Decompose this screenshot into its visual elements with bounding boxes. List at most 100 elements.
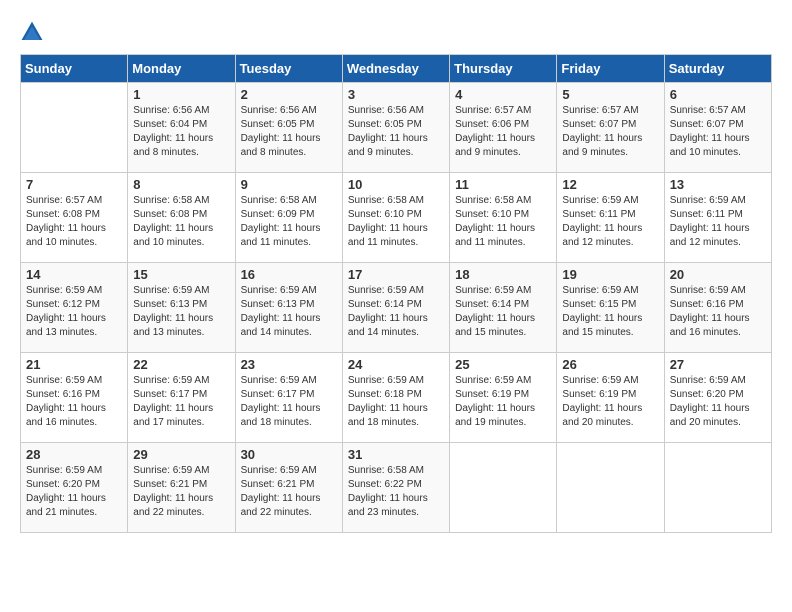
calendar-cell: 6 Sunrise: 6:57 AMSunset: 6:07 PMDaylight… <box>664 83 771 173</box>
day-number: 11 <box>455 177 551 192</box>
cell-info: Sunrise: 6:59 AMSunset: 6:12 PMDaylight:… <box>26 284 122 340</box>
cell-info: Sunrise: 6:59 AMSunset: 6:13 PMDaylight:… <box>133 284 229 340</box>
calendar-cell: 3Sunrise: 6:56 AMSunset: 6:05 PMDaylight… <box>342 83 449 173</box>
calendar-week-row: 1 Sunrise: 6:56 AMSunset: 6:04 PMDaylight… <box>21 83 772 173</box>
day-number: 10 <box>348 177 444 192</box>
calendar-cell <box>450 443 557 533</box>
calendar-cell: 28 Sunrise: 6:59 AMSunset: 6:20 PMDayligh… <box>21 443 128 533</box>
calendar-cell <box>21 83 128 173</box>
cell-info: Sunrise: 6:59 AMSunset: 6:18 PMDaylight:… <box>348 374 444 430</box>
cell-info: Sunrise: 6:56 AMSunset: 6:04 PMDaylight:… <box>133 104 229 160</box>
day-number: 14 <box>26 267 122 282</box>
calendar-table: SundayMondayTuesdayWednesdayThursdayFrid… <box>20 54 772 533</box>
cell-info: Sunrise: 6:59 AMSunset: 6:19 PMDaylight:… <box>455 374 551 430</box>
logo-icon <box>20 20 44 44</box>
cell-info: Sunrise: 6:59 AMSunset: 6:20 PMDaylight:… <box>670 374 766 430</box>
cell-info: Sunrise: 6:59 AMSunset: 6:14 PMDaylight:… <box>455 284 551 340</box>
day-number: 26 <box>562 357 658 372</box>
day-of-week-header: Friday <box>557 55 664 83</box>
calendar-cell: 29 Sunrise: 6:59 AMSunset: 6:21 PMDayligh… <box>128 443 235 533</box>
calendar-week-row: 21Sunrise: 6:59 AMSunset: 6:16 PMDayligh… <box>21 353 772 443</box>
calendar-cell: 8 Sunrise: 6:58 AMSunset: 6:08 PMDaylight… <box>128 173 235 263</box>
cell-info: Sunrise: 6:58 AMSunset: 6:10 PMDaylight:… <box>455 194 551 250</box>
calendar-cell: 19Sunrise: 6:59 AMSunset: 6:15 PMDayligh… <box>557 263 664 353</box>
cell-info: Sunrise: 6:59 AMSunset: 6:11 PMDaylight:… <box>670 194 766 250</box>
day-number: 28 <box>26 447 122 462</box>
calendar-cell: 23 Sunrise: 6:59 AMSunset: 6:17 PMDayligh… <box>235 353 342 443</box>
day-number: 7 <box>26 177 122 192</box>
cell-info: Sunrise: 6:58 AMSunset: 6:09 PMDaylight:… <box>241 194 337 250</box>
calendar-cell: 30 Sunrise: 6:59 AMSunset: 6:21 PMDayligh… <box>235 443 342 533</box>
page-header <box>20 20 772 44</box>
cell-info: Sunrise: 6:59 AMSunset: 6:20 PMDaylight:… <box>26 464 122 520</box>
calendar-cell: 4 Sunrise: 6:57 AMSunset: 6:06 PMDaylight… <box>450 83 557 173</box>
calendar-week-row: 7 Sunrise: 6:57 AMSunset: 6:08 PMDaylight… <box>21 173 772 263</box>
day-number: 24 <box>348 357 444 372</box>
cell-info: Sunrise: 6:59 AMSunset: 6:16 PMDaylight:… <box>670 284 766 340</box>
day-number: 6 <box>670 87 766 102</box>
day-number: 5 <box>562 87 658 102</box>
day-of-week-header: Thursday <box>450 55 557 83</box>
day-number: 9 <box>241 177 337 192</box>
calendar-cell: 1 Sunrise: 6:56 AMSunset: 6:04 PMDaylight… <box>128 83 235 173</box>
calendar-cell: 11 Sunrise: 6:58 AMSunset: 6:10 PMDayligh… <box>450 173 557 263</box>
day-number: 1 <box>133 87 229 102</box>
day-of-week-header: Sunday <box>21 55 128 83</box>
day-number: 21 <box>26 357 122 372</box>
day-of-week-header: Wednesday <box>342 55 449 83</box>
cell-info: Sunrise: 6:59 AMSunset: 6:14 PMDaylight:… <box>348 284 444 340</box>
calendar-cell: 25 Sunrise: 6:59 AMSunset: 6:19 PMDayligh… <box>450 353 557 443</box>
day-of-week-header: Monday <box>128 55 235 83</box>
day-number: 17 <box>348 267 444 282</box>
cell-info: Sunrise: 6:59 AMSunset: 6:13 PMDaylight:… <box>241 284 337 340</box>
day-number: 13 <box>670 177 766 192</box>
calendar-cell: 5 Sunrise: 6:57 AMSunset: 6:07 PMDaylight… <box>557 83 664 173</box>
cell-info: Sunrise: 6:57 AMSunset: 6:07 PMDaylight:… <box>562 104 658 160</box>
day-number: 23 <box>241 357 337 372</box>
day-number: 27 <box>670 357 766 372</box>
day-number: 4 <box>455 87 551 102</box>
day-number: 2 <box>241 87 337 102</box>
calendar-header-row: SundayMondayTuesdayWednesdayThursdayFrid… <box>21 55 772 83</box>
cell-info: Sunrise: 6:59 AMSunset: 6:11 PMDaylight:… <box>562 194 658 250</box>
cell-info: Sunrise: 6:57 AMSunset: 6:07 PMDaylight:… <box>670 104 766 160</box>
cell-info: Sunrise: 6:58 AMSunset: 6:08 PMDaylight:… <box>133 194 229 250</box>
day-number: 31 <box>348 447 444 462</box>
day-of-week-header: Tuesday <box>235 55 342 83</box>
calendar-cell <box>557 443 664 533</box>
day-number: 19 <box>562 267 658 282</box>
calendar-cell: 2 Sunrise: 6:56 AMSunset: 6:05 PMDaylight… <box>235 83 342 173</box>
logo <box>20 20 48 44</box>
cell-info: Sunrise: 6:58 AMSunset: 6:22 PMDaylight:… <box>348 464 444 520</box>
calendar-cell: 10 Sunrise: 6:58 AMSunset: 6:10 PMDayligh… <box>342 173 449 263</box>
calendar-cell: 21Sunrise: 6:59 AMSunset: 6:16 PMDayligh… <box>21 353 128 443</box>
cell-info: Sunrise: 6:59 AMSunset: 6:17 PMDaylight:… <box>133 374 229 430</box>
cell-info: Sunrise: 6:59 AMSunset: 6:21 PMDaylight:… <box>241 464 337 520</box>
cell-info: Sunrise: 6:59 AMSunset: 6:17 PMDaylight:… <box>241 374 337 430</box>
day-number: 16 <box>241 267 337 282</box>
calendar-cell: 13 Sunrise: 6:59 AMSunset: 6:11 PMDayligh… <box>664 173 771 263</box>
cell-info: Sunrise: 6:57 AMSunset: 6:08 PMDaylight:… <box>26 194 122 250</box>
calendar-cell <box>664 443 771 533</box>
cell-info: Sunrise: 6:56 AMSunset: 6:05 PMDaylight:… <box>348 104 444 160</box>
cell-info: Sunrise: 6:56 AMSunset: 6:05 PMDaylight:… <box>241 104 337 160</box>
day-number: 12 <box>562 177 658 192</box>
calendar-cell: 16 Sunrise: 6:59 AMSunset: 6:13 PMDayligh… <box>235 263 342 353</box>
calendar-cell: 7 Sunrise: 6:57 AMSunset: 6:08 PMDaylight… <box>21 173 128 263</box>
cell-info: Sunrise: 6:58 AMSunset: 6:10 PMDaylight:… <box>348 194 444 250</box>
day-number: 29 <box>133 447 229 462</box>
calendar-week-row: 14 Sunrise: 6:59 AMSunset: 6:12 PMDayligh… <box>21 263 772 353</box>
calendar-cell: 31 Sunrise: 6:58 AMSunset: 6:22 PMDayligh… <box>342 443 449 533</box>
calendar-cell: 17 Sunrise: 6:59 AMSunset: 6:14 PMDayligh… <box>342 263 449 353</box>
cell-info: Sunrise: 6:57 AMSunset: 6:06 PMDaylight:… <box>455 104 551 160</box>
day-number: 8 <box>133 177 229 192</box>
cell-info: Sunrise: 6:59 AMSunset: 6:19 PMDaylight:… <box>562 374 658 430</box>
day-number: 25 <box>455 357 551 372</box>
day-number: 30 <box>241 447 337 462</box>
calendar-cell: 20Sunrise: 6:59 AMSunset: 6:16 PMDayligh… <box>664 263 771 353</box>
day-of-week-header: Saturday <box>664 55 771 83</box>
calendar-cell: 9 Sunrise: 6:58 AMSunset: 6:09 PMDaylight… <box>235 173 342 263</box>
cell-info: Sunrise: 6:59 AMSunset: 6:21 PMDaylight:… <box>133 464 229 520</box>
calendar-cell: 15Sunrise: 6:59 AMSunset: 6:13 PMDayligh… <box>128 263 235 353</box>
calendar-cell: 24 Sunrise: 6:59 AMSunset: 6:18 PMDayligh… <box>342 353 449 443</box>
